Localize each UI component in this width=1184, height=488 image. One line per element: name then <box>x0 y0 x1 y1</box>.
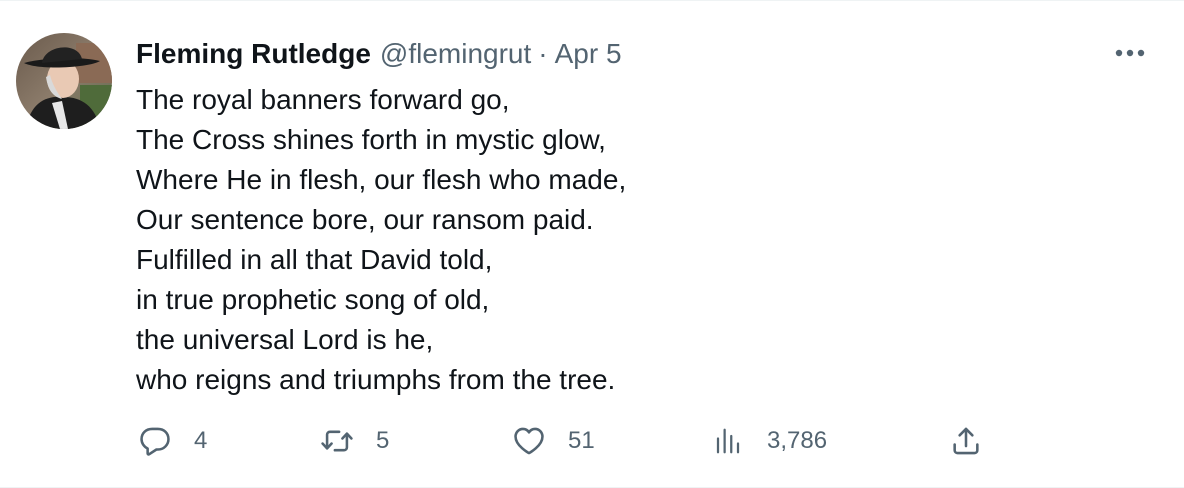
tweet-text-line: Our sentence bore, our ransom paid. <box>136 204 594 235</box>
tweet-date[interactable]: Apr 5 <box>555 35 622 73</box>
tweet-text-line: Where He in flesh, our flesh who made, <box>136 164 627 195</box>
share-button[interactable] <box>947 421 985 461</box>
tweet-text-line: who reigns and triumphs from the tree. <box>136 364 616 395</box>
more-horizontal-icon <box>1115 49 1145 57</box>
more-options-button[interactable] <box>1106 37 1154 69</box>
tweet-header: Fleming Rutledge @flemingrut · Apr 5 <box>136 35 622 73</box>
reply-button[interactable]: 4 <box>136 421 207 461</box>
avatar-photo <box>16 33 112 129</box>
author-display-name[interactable]: Fleming Rutledge <box>136 35 371 73</box>
retweet-button[interactable]: 5 <box>318 421 389 461</box>
like-button[interactable]: 51 <box>510 421 595 461</box>
like-count: 51 <box>568 427 595 454</box>
tweet-text: The royal banners forward go, The Cross … <box>136 80 1116 400</box>
views-count: 3,786 <box>767 427 828 454</box>
tweet-card[interactable]: Fleming Rutledge @flemingrut · Apr 5 The… <box>0 0 1184 488</box>
retweet-icon <box>318 422 356 460</box>
heart-icon <box>510 422 548 460</box>
tweet-text-line: The Cross shines forth in mystic glow, <box>136 124 606 155</box>
views-button[interactable]: 3,786 <box>709 421 827 461</box>
retweet-count: 5 <box>376 427 390 454</box>
tweet-text-line: the universal Lord is he, <box>136 324 434 355</box>
tweet-text-line: The royal banners forward go, <box>136 84 510 115</box>
views-icon <box>709 422 747 460</box>
tweet-text-line: in true prophetic song of old, <box>136 284 490 315</box>
share-icon <box>947 422 985 460</box>
reply-icon <box>136 422 174 460</box>
avatar[interactable] <box>16 33 112 129</box>
action-bar: 4 5 51 3,786 <box>136 421 1036 461</box>
tweet-text-line: Fulfilled in all that David told, <box>136 244 493 275</box>
author-handle[interactable]: @flemingrut <box>380 35 531 73</box>
separator-dot: · <box>538 38 548 69</box>
reply-count: 4 <box>194 427 208 454</box>
